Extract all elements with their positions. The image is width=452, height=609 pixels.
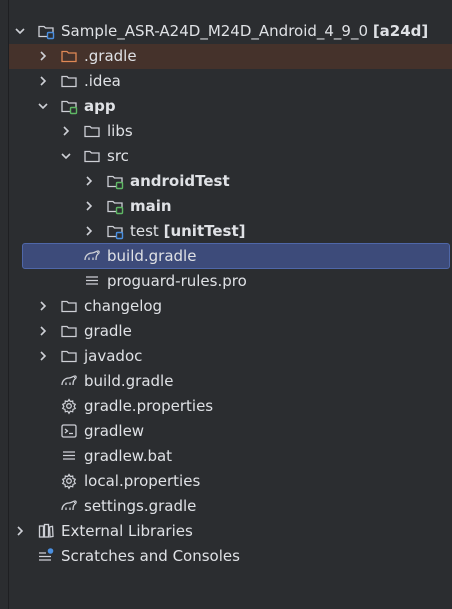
tree-item-gradlew[interactable]: gradlew xyxy=(9,419,452,444)
tree-item-label: .idea xyxy=(84,72,121,90)
text-file-icon xyxy=(83,272,101,290)
libraries-icon xyxy=(37,522,55,540)
tree-item-label: External Libraries xyxy=(61,522,193,540)
tree-item-label: app xyxy=(84,97,116,115)
tree-item-label: libs xyxy=(107,122,133,140)
folder-icon xyxy=(83,122,101,140)
gradle-icon xyxy=(60,497,78,515)
tree-item-label: Scratches and Consoles xyxy=(61,547,240,565)
chevron-right-icon[interactable] xyxy=(82,224,96,238)
tree-item-root[interactable]: Sample_ASR-A24D_M24D_Android_4_9_0 [a24d… xyxy=(9,19,452,44)
gradle-icon xyxy=(60,372,78,390)
module-folder-icon xyxy=(60,97,78,115)
left-gutter xyxy=(0,0,9,609)
tree-item-app[interactable]: app xyxy=(9,94,452,119)
chevron-right-icon[interactable] xyxy=(36,349,50,363)
tree-item-label: proguard-rules.pro xyxy=(107,272,247,290)
terminal-file-icon xyxy=(60,422,78,440)
tree-item-gradle-properties[interactable]: gradle.properties xyxy=(9,394,452,419)
tree-item-label: .gradle xyxy=(84,47,137,65)
tree-item-dot-gradle[interactable]: .gradle xyxy=(9,44,452,69)
tree-item-changelog[interactable]: changelog xyxy=(9,294,452,319)
excluded-folder-icon xyxy=(60,47,78,65)
tree-item-label: local.properties xyxy=(84,472,201,490)
chevron-down-icon[interactable] xyxy=(36,99,50,113)
tree-item-root-build-gradle[interactable]: build.gradle xyxy=(9,369,452,394)
chevron-right-icon[interactable] xyxy=(36,74,50,88)
chevron-right-icon[interactable] xyxy=(82,199,96,213)
tree-item-app-build-gradle[interactable]: build.gradle xyxy=(22,243,450,269)
tree-item-scratches[interactable]: Scratches and Consoles xyxy=(9,544,452,569)
root-label: Sample_ASR-A24D_M24D_Android_4_9_0 xyxy=(61,22,369,40)
tree-item-label: gradlew.bat xyxy=(84,447,173,465)
chevron-down-icon[interactable] xyxy=(59,149,73,163)
tree-item-javadoc[interactable]: javadoc xyxy=(9,344,452,369)
tree-item-main[interactable]: main xyxy=(9,194,452,219)
settings-file-icon xyxy=(60,472,78,490)
folder-icon xyxy=(60,347,78,365)
folder-icon xyxy=(60,297,78,315)
folder-icon xyxy=(60,322,78,340)
tree-item-local-properties[interactable]: local.properties xyxy=(9,469,452,494)
tree-item-label: gradle.properties xyxy=(84,397,214,415)
tree-item-label: src xyxy=(107,147,129,165)
scratches-icon xyxy=(37,547,55,565)
chevron-right-icon[interactable] xyxy=(36,299,50,313)
tree-item-proguard[interactable]: proguard-rules.pro xyxy=(9,269,452,294)
chevron-right-icon[interactable] xyxy=(36,49,50,63)
chevron-right-icon[interactable] xyxy=(13,524,27,538)
tree-item-label: androidTest xyxy=(130,172,230,190)
gradle-icon xyxy=(83,247,101,265)
settings-file-icon xyxy=(60,397,78,415)
root-module-tag: [a24d] xyxy=(372,22,429,40)
tree-item-label: gradle xyxy=(84,322,132,340)
tree-item-src[interactable]: src xyxy=(9,144,452,169)
text-file-icon xyxy=(60,447,78,465)
chevron-right-icon[interactable] xyxy=(59,124,73,138)
tree-item-label: gradlew xyxy=(84,422,145,440)
tree-item-label: javadoc xyxy=(84,347,143,365)
tree-item-label: test xyxy=(130,222,159,240)
tree-item-label: changelog xyxy=(84,297,163,315)
source-folder-icon xyxy=(106,197,124,215)
project-tree[interactable]: Sample_ASR-A24D_M24D_Android_4_9_0 [a24d… xyxy=(9,0,452,609)
test-source-folder-icon xyxy=(106,172,124,190)
tree-item-gradlew-bat[interactable]: gradlew.bat xyxy=(9,444,452,469)
chevron-right-icon[interactable] xyxy=(82,174,96,188)
tree-item-label: settings.gradle xyxy=(84,497,197,515)
folder-icon xyxy=(60,72,78,90)
tree-item-settings-gradle[interactable]: settings.gradle xyxy=(9,494,452,519)
module-folder-icon xyxy=(37,22,55,40)
module-tag: [unitTest] xyxy=(163,222,246,240)
test-folder-icon xyxy=(106,222,124,240)
chevron-down-icon[interactable] xyxy=(13,24,27,38)
tree-item-label: build.gradle xyxy=(107,247,197,265)
tree-item-label: build.gradle xyxy=(84,372,174,390)
tree-item-external-libraries[interactable]: External Libraries xyxy=(9,519,452,544)
folder-icon xyxy=(83,147,101,165)
tree-item-label: main xyxy=(130,197,172,215)
tree-item-idea[interactable]: .idea xyxy=(9,69,452,94)
tree-item-test[interactable]: test [unitTest] xyxy=(9,219,452,244)
tree-item-gradle-folder[interactable]: gradle xyxy=(9,319,452,344)
tree-item-libs[interactable]: libs xyxy=(9,119,452,144)
chevron-right-icon[interactable] xyxy=(36,324,50,338)
tree-item-androidtest[interactable]: androidTest xyxy=(9,169,452,194)
